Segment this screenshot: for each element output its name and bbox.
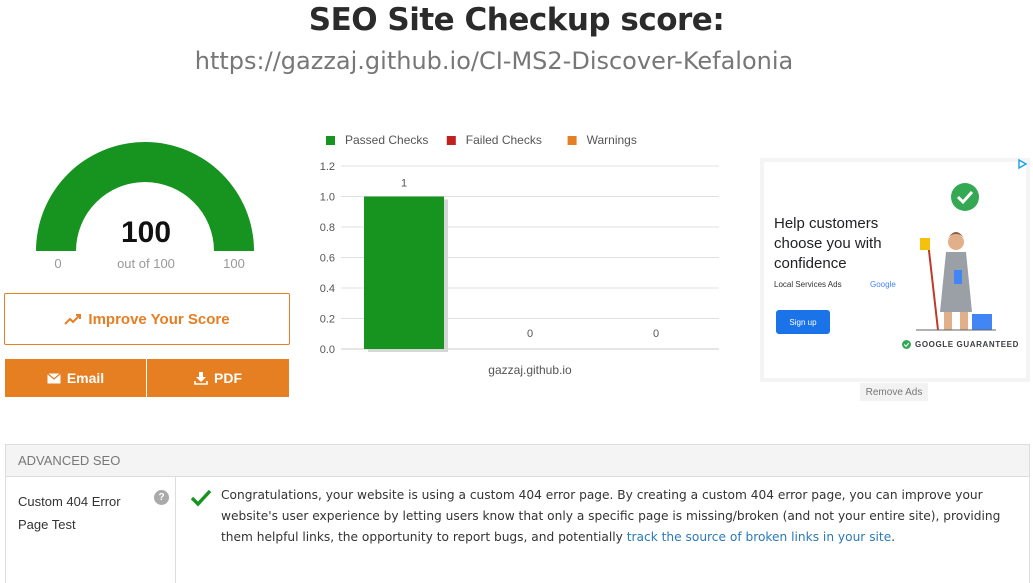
- data-label: 0: [527, 328, 533, 340]
- ad-small-text: Local Services Ads: [774, 280, 842, 289]
- pdf-button[interactable]: PDF: [147, 359, 289, 397]
- gauge-min-label: 0: [54, 256, 62, 271]
- improve-score-label: Improve Your Score: [88, 310, 230, 328]
- test-row: Custom 404 Error Page Test ? Congratulat…: [6, 477, 1029, 583]
- checkmark-icon: [190, 489, 212, 507]
- broken-links-link[interactable]: track the source of broken links in your…: [627, 530, 891, 544]
- email-label: Email: [66, 370, 105, 386]
- y-tick-label: 0.6: [320, 253, 335, 265]
- improve-score-button[interactable]: Improve Your Score: [4, 293, 290, 345]
- legend-label: Warnings: [587, 133, 637, 147]
- x-category-label: gazzaj.github.io: [488, 363, 572, 377]
- envelope-icon: [46, 372, 61, 383]
- legend-label: Failed Checks: [466, 133, 542, 147]
- y-tick-label: 0.4: [320, 283, 335, 295]
- ad-headline: Help customers choose you with confidenc…: [774, 215, 882, 272]
- y-tick-label: 1.0: [320, 192, 335, 204]
- trending-up-icon: [64, 314, 82, 325]
- remove-ads-link[interactable]: Remove Ads: [860, 383, 928, 401]
- legend-swatch: [567, 136, 577, 145]
- advanced-seo-header: ADVANCED SEO: [6, 445, 1029, 477]
- ad-content[interactable]: Help customers choose you with confidenc…: [764, 162, 1026, 378]
- google-guaranteed-badge: GOOGLE GUARANTEED: [902, 340, 1019, 349]
- y-tick-label: 1.2: [320, 161, 335, 173]
- ad-google-logo: Google: [870, 280, 896, 289]
- ad-signup-button[interactable]: Sign up: [776, 310, 830, 334]
- bar: [364, 196, 444, 349]
- cleaner-illustration: [916, 232, 996, 331]
- adchoices-icon[interactable]: [1016, 158, 1028, 170]
- test-label: Custom 404 Error Page Test: [18, 494, 121, 532]
- data-label: 1: [401, 178, 407, 190]
- legend-swatch: [446, 136, 456, 145]
- advanced-seo-section: ADVANCED SEO Custom 404 Error Page Test …: [5, 444, 1030, 583]
- email-button[interactable]: Email: [5, 359, 146, 397]
- page-title: SEO Site Checkup score:: [308, 2, 725, 38]
- y-tick-label: 0.8: [320, 222, 335, 234]
- pdf-label: PDF: [214, 370, 242, 386]
- gauge-subtitle: out of 100: [117, 256, 175, 271]
- legend-label: Passed Checks: [345, 133, 428, 147]
- green-check-badge-icon: [951, 183, 979, 211]
- guaranteed-label: GOOGLE GUARANTEED: [915, 340, 1019, 349]
- test-result-trailing: .: [891, 530, 896, 544]
- checks-bar-chart: Passed Checks Failed Checks Warnings 0.0 0.2…: [320, 133, 719, 377]
- y-tick-label: 0.2: [320, 314, 335, 326]
- ad-banner[interactable]: Help customers choose you with confidenc…: [760, 158, 1030, 382]
- y-tick-label: 0.0: [320, 344, 335, 356]
- data-label: 0: [653, 328, 659, 340]
- score-value: 100: [120, 216, 172, 249]
- guaranteed-check-icon: [902, 340, 911, 349]
- test-result-cell: Congratulations, your website is using a…: [176, 477, 1029, 583]
- download-icon: [194, 371, 208, 385]
- gauge-max-label: 100: [223, 256, 245, 271]
- test-label-cell: Custom 404 Error Page Test ?: [6, 477, 176, 583]
- legend-swatch: [326, 136, 335, 145]
- site-url: https://gazzaj.github.io/CI-MS2-Discover…: [194, 47, 794, 75]
- help-icon[interactable]: ?: [154, 490, 169, 505]
